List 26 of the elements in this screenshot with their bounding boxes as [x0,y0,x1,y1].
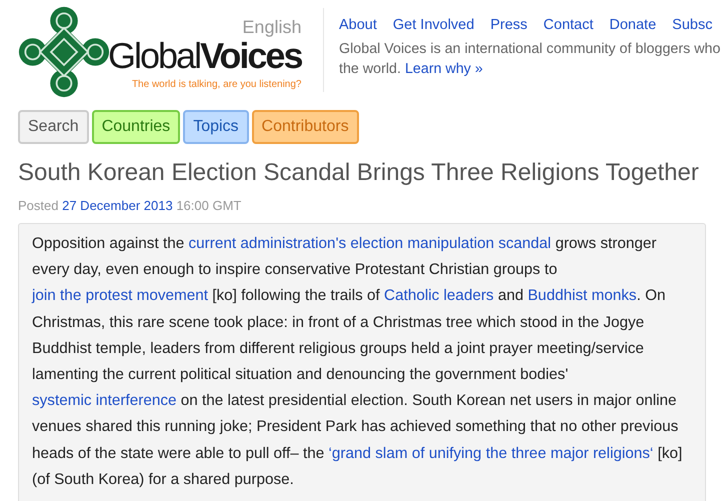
article-link[interactable]: Buddhist monks [528,287,637,304]
site-logo-text[interactable]: GlobalVoices [108,36,302,74]
site-tagline: The world is talking, are you listening? [132,78,302,90]
knot-logo-icon [18,6,110,98]
nav-link[interactable]: Subsc [672,17,712,33]
article-title: South Korean Election Scandal Brings Three Religions Together [18,158,700,188]
article-link[interactable]: Catholic leaders [384,287,494,304]
post-meta-text: 16:00 GMT [176,198,242,213]
nav-link[interactable]: Press [490,17,528,33]
article-link[interactable]: ‘grand slam of unifying the three major religions‘ [328,444,654,462]
menu-button[interactable]: Topics [183,110,249,144]
site-description: Global Voices is an international community of bloggers who [339,41,720,57]
article-link[interactable]: join the protest movement [32,287,208,304]
menu-button[interactable]: Search [18,110,89,144]
nav-link[interactable]: Get Involved [392,17,474,33]
site-description: the world. [339,61,401,77]
article-paragraph: Opposition against the current administration's election manipulation scandal grows stronger every day, even enough to inspire conservative Protestant Christian groups to join the protest movement [ko] following the trails of Catholic leaders and Buddhist monks. On Christmas, this rare scene took place: in front of a Christmas tree which stood in the Jogye Buddhist temple, leaders from different religious groups held a joint prayer meeting/service lamenting the current political situation and denouncing the government bodies' systemic interference on the latest presidential election. South Korean net users in major online venues shared this running joke; President Park has achieved something that no other previous heads of the state were able to pull off– the ‘grand slam of unifying the three major religions‘ [ko] (of South Korea) for a shared purpose. [32,234,684,490]
article-link[interactable]: current administration's election manipulation scandal [188,235,552,252]
menu-button[interactable]: Countries [92,110,180,144]
nav-link[interactable]: Donate [609,17,656,33]
post-meta-text: Posted [18,198,58,213]
date-link[interactable]: 27 December 2013 [62,198,173,213]
article-link[interactable]: systemic interference [32,392,177,410]
nav-link[interactable]: Contact [543,17,594,33]
learn-why-link[interactable]: Learn why » [404,61,483,77]
nav-link[interactable]: About [339,17,377,33]
